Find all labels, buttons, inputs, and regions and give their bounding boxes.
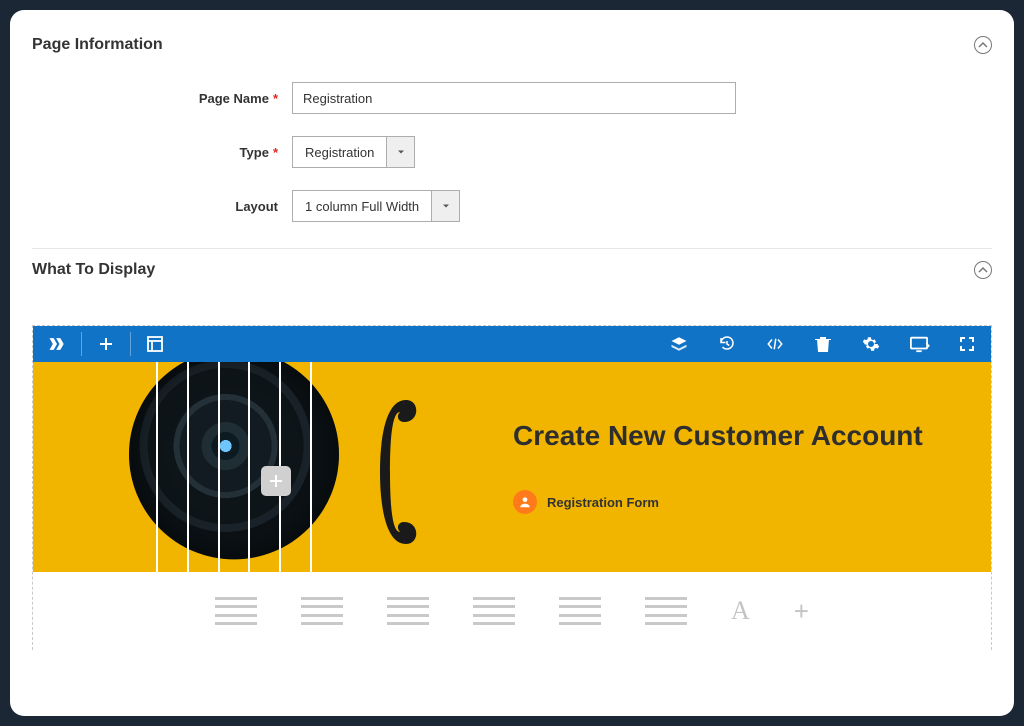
chevron-up-icon [978, 40, 988, 50]
section-header-page-info: Page Information [32, 28, 992, 72]
add-block-button[interactable] [82, 326, 130, 362]
text-block-button[interactable]: A [731, 596, 750, 626]
guitar-graphic [128, 362, 340, 572]
row-type: Type * Registration [32, 136, 992, 168]
brand-icon[interactable] [33, 326, 81, 362]
layout-select[interactable]: 1 column Full Width [292, 190, 460, 222]
layout-select-value: 1 column Full Width [293, 191, 431, 221]
layout-5col-button[interactable] [559, 597, 601, 625]
builder-canvas-wrap: Create New Customer Account Registration… [32, 325, 992, 650]
registration-form-component[interactable]: Registration Form [513, 490, 961, 514]
required-marker: * [273, 91, 278, 106]
section-title: Page Information [32, 36, 163, 54]
label-type: Type * [32, 145, 292, 160]
row-layout: Layout 1 column Full Width [32, 190, 992, 222]
builder-toolbar [33, 326, 991, 362]
template-button[interactable] [131, 326, 179, 362]
settings-button[interactable] [847, 326, 895, 362]
component-label: Registration Form [547, 495, 659, 510]
caret-down-icon [386, 137, 414, 167]
layout-1col-button[interactable] [215, 597, 257, 625]
label-layout: Layout [32, 199, 292, 214]
caret-down-icon [431, 191, 459, 221]
section-divider [32, 248, 992, 249]
chevron-up-icon [978, 265, 988, 275]
layout-6col-button[interactable] [645, 597, 687, 625]
fullscreen-button[interactable] [943, 326, 991, 362]
f-hole-graphic [366, 382, 426, 562]
required-marker: * [273, 145, 278, 160]
section-title: What To Display [32, 261, 155, 279]
type-select[interactable]: Registration [292, 136, 415, 168]
collapse-button-page-info[interactable] [974, 36, 992, 54]
collapse-button-display[interactable] [974, 261, 992, 279]
preview-button[interactable] [895, 326, 943, 362]
label-text: Layout [235, 199, 278, 214]
row-layout-picker: A + [33, 572, 991, 650]
layers-button[interactable] [655, 326, 703, 362]
config-panel: Page Information Page Name * Type * Regist… [10, 10, 1014, 716]
hero-title: Create New Customer Account [513, 420, 961, 452]
page-info-form: Page Name * Type * Registration Layout 1 c… [32, 72, 992, 248]
row-page-name: Page Name * [32, 82, 992, 114]
history-button[interactable] [703, 326, 751, 362]
label-page-name: Page Name * [32, 91, 292, 106]
page-name-input[interactable] [292, 82, 736, 114]
layout-4col-button[interactable] [473, 597, 515, 625]
add-element-handle[interactable] [261, 466, 291, 496]
hero-content: Create New Customer Account Registration… [513, 420, 961, 514]
label-text: Type [240, 145, 269, 160]
add-row-button[interactable]: + [794, 596, 809, 627]
hero-banner[interactable]: Create New Customer Account Registration… [33, 362, 991, 572]
label-text: Page Name [199, 91, 269, 106]
layout-2col-button[interactable] [301, 597, 343, 625]
layout-3col-button[interactable] [387, 597, 429, 625]
page-builder: Create New Customer Account Registration… [32, 325, 992, 650]
code-button[interactable] [751, 326, 799, 362]
delete-button[interactable] [799, 326, 847, 362]
guitar-strings [128, 362, 340, 572]
type-select-value: Registration [293, 137, 386, 167]
user-icon [513, 490, 537, 514]
plus-icon [269, 474, 283, 488]
section-header-what-to-display: What To Display [32, 257, 992, 297]
